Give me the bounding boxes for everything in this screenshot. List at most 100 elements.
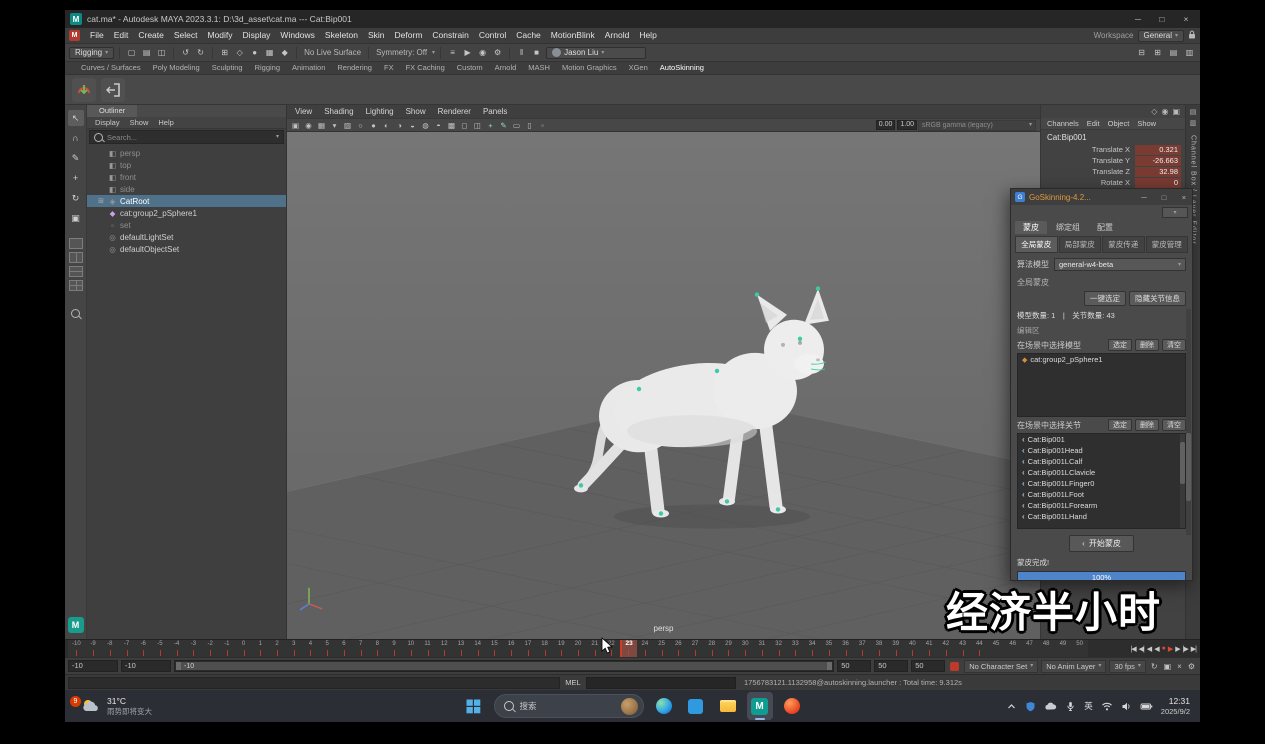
menu-select[interactable]: Select <box>169 28 203 43</box>
joint-list-item[interactable]: ‹Cat:Bip001LFoot <box>1018 489 1185 500</box>
channel-value[interactable]: 32.98 <box>1135 167 1181 177</box>
help-line-field[interactable] <box>68 677 560 689</box>
goskinning-title-bar[interactable]: G GoSkinning-4.2... ─ □ × <box>1011 189 1192 205</box>
pause-icon[interactable]: ‖ <box>515 46 528 59</box>
algorithm-select[interactable]: general-w4-beta ▾ <box>1054 258 1186 271</box>
frame-tick[interactable]: 37 <box>859 641 866 647</box>
joint-list[interactable]: ‹Cat:Bip001‹Cat:Bip001Head‹Cat:Bip001LCa… <box>1017 433 1186 529</box>
select-camera-icon[interactable]: ▣ <box>289 121 302 130</box>
gamma-field[interactable]: 1.00 <box>897 120 917 130</box>
channel-pin-icon[interactable]: ▣ <box>1172 107 1180 118</box>
joint-clear-button[interactable]: 清空 <box>1162 419 1186 431</box>
weather-widget[interactable]: 9 31°C 雨势即将变大 <box>75 696 152 716</box>
rotate-tool[interactable]: ↻ <box>68 190 84 206</box>
goskinning-subtab[interactable]: 全局蒙皮 <box>1015 236 1058 253</box>
channelbox-menu-channels[interactable]: Channels <box>1044 118 1082 129</box>
outliner-item-defaultobjectset[interactable]: ◎defaultObjectSet <box>87 243 286 255</box>
onedrive-icon[interactable] <box>1044 701 1057 712</box>
snap-viewplane-icon[interactable]: ◆ <box>278 46 291 59</box>
two-pane-layout[interactable] <box>69 252 83 263</box>
goskinning-subtab[interactable]: 蒙皮传递 <box>1102 236 1145 253</box>
close-button[interactable]: × <box>1174 10 1198 28</box>
multisample-icon[interactable]: ▩ <box>445 121 458 130</box>
frame-tick[interactable]: 1 <box>259 641 262 647</box>
hide-joint-info-button[interactable]: 隐藏关节信息 <box>1129 291 1186 306</box>
go-to-end-button[interactable]: ▶| <box>1190 645 1197 653</box>
shelf-tab-rendering[interactable]: Rendering <box>331 63 378 74</box>
frame-tick[interactable]: 42 <box>943 641 950 647</box>
search-daily-image[interactable] <box>621 698 638 715</box>
undo-icon[interactable]: ↺ <box>179 46 192 59</box>
snap-plane-icon[interactable]: ▦ <box>263 46 276 59</box>
shelf-tab-arnold[interactable]: Arnold <box>489 63 523 74</box>
frame-tick[interactable]: 10 <box>407 641 414 647</box>
scale-tool[interactable]: ▣ <box>68 210 84 226</box>
joint-delete-button[interactable]: 删除 <box>1135 419 1159 431</box>
channel-key-icon[interactable]: ◉ <box>1161 107 1168 118</box>
joint-list-scrollbar[interactable] <box>1180 434 1185 528</box>
channel-value[interactable]: 0 <box>1135 178 1181 188</box>
frame-tick[interactable]: 11 <box>424 641 430 647</box>
menu-skin[interactable]: Skin <box>363 28 390 43</box>
viewport-menu-renderer[interactable]: Renderer <box>432 105 477 118</box>
defender-shield-icon[interactable] <box>1025 701 1036 712</box>
mute-icon[interactable]: × <box>1175 662 1184 671</box>
select-tool[interactable]: ↖ <box>68 110 84 126</box>
vscode-icon[interactable] <box>683 692 709 720</box>
shadows-icon[interactable]: ◒ <box>406 121 419 130</box>
goskinning-minimize-button[interactable]: ─ <box>1136 193 1152 202</box>
model-list[interactable]: ◆cat:group2_pSphere1 <box>1017 353 1186 417</box>
lock-icon[interactable] <box>1188 30 1196 41</box>
goskinning-close-button[interactable]: × <box>1176 193 1192 202</box>
outliner-item-cat-group2-psphere1[interactable]: ◆cat:group2_pSphere1 <box>87 207 286 219</box>
channelbox-menu-edit[interactable]: Edit <box>1084 118 1103 129</box>
channel-value[interactable]: 0.321 <box>1135 145 1181 155</box>
goskinning-tab-[interactable]: 配置 <box>1089 221 1121 234</box>
shelf-tab-animation[interactable]: Animation <box>286 63 331 74</box>
attribute-editor-icon[interactable]: ▥ <box>1183 46 1196 59</box>
auto-key-toggle[interactable] <box>950 662 959 671</box>
menu-modify[interactable]: Modify <box>203 28 238 43</box>
frame-tick[interactable]: 47 <box>1026 641 1033 647</box>
goskinning-subtab[interactable]: 蒙皮管理 <box>1146 236 1189 253</box>
shelf-tab-fx[interactable]: FX <box>378 63 400 74</box>
shelf-tab-sculpting[interactable]: Sculpting <box>206 63 249 74</box>
shelf-tab-fx-caching[interactable]: FX Caching <box>400 63 451 74</box>
step-back-key-button[interactable]: ◀| <box>1138 645 1145 653</box>
frame-tick[interactable]: 13 <box>458 641 465 647</box>
save-scene-icon[interactable]: ◫ <box>155 46 168 59</box>
anim-prefs-icon[interactable]: ⚙ <box>1186 662 1197 671</box>
snap-point-icon[interactable]: ● <box>248 46 261 59</box>
image-plane-icon[interactable]: ▨ <box>341 121 354 130</box>
shelf-tab-mash[interactable]: MASH <box>522 63 556 74</box>
frame-tick[interactable]: 26 <box>675 641 682 647</box>
model-select-button[interactable]: 选定 <box>1108 339 1132 351</box>
menu-display[interactable]: Display <box>238 28 276 43</box>
menu-motionblink[interactable]: MotionBlink <box>546 28 600 43</box>
frame-tick[interactable]: 36 <box>842 641 849 647</box>
expand-icon[interactable]: ⊞ <box>97 197 105 205</box>
step-forward-key-button[interactable]: |▶ <box>1182 645 1189 653</box>
frame-tick[interactable]: 7 <box>359 641 362 647</box>
fps-select[interactable]: 30 fps▾ <box>1109 660 1145 673</box>
viewport-menu-show[interactable]: Show <box>400 105 432 118</box>
frame-tick[interactable]: -10 <box>72 641 81 647</box>
selected-node-name[interactable]: Cat:Bip001 <box>1041 130 1185 144</box>
frame-tick[interactable]: -5 <box>157 641 162 647</box>
viewport-menu-view[interactable]: View <box>289 105 318 118</box>
menu-windows[interactable]: Windows <box>275 28 319 43</box>
frame-tick[interactable]: 8 <box>376 641 379 647</box>
frame-tick[interactable]: 9 <box>392 641 395 647</box>
menu-set-select[interactable]: Rigging ▾ <box>69 47 114 59</box>
lasso-tool[interactable]: ∩ <box>68 130 84 146</box>
frame-tick[interactable]: 18 <box>541 641 548 647</box>
language-indicator[interactable]: 英 <box>1084 700 1093 712</box>
microphone-icon[interactable] <box>1065 701 1076 712</box>
start-button[interactable] <box>461 692 487 720</box>
frame-tick[interactable]: 49 <box>1060 641 1067 647</box>
symmetry-select[interactable]: Symmetry: Off <box>374 48 429 57</box>
shelf-tab-curves-surfaces[interactable]: Curves / Surfaces <box>75 63 147 74</box>
gate-mask-icon[interactable]: ▯ <box>523 121 536 130</box>
frame-tick[interactable]: 33 <box>792 641 799 647</box>
frame-tick[interactable]: -9 <box>90 641 95 647</box>
